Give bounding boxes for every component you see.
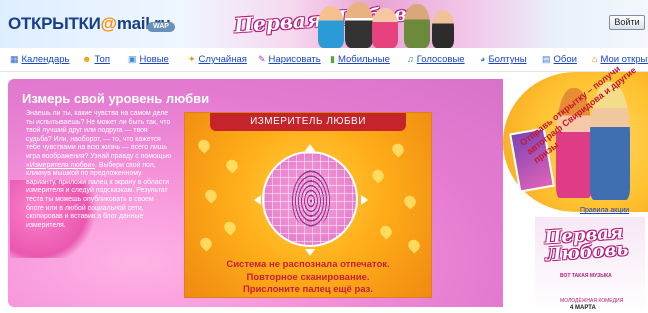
mobile-icon: ▮ xyxy=(330,54,335,64)
nav-item-random[interactable]: ✦ Случайная xyxy=(188,54,247,65)
nav-label: Случайная xyxy=(198,54,247,65)
new-icon: ▣ xyxy=(128,54,137,64)
promo-rules-link[interactable]: Правила акции xyxy=(580,207,629,214)
banner-person xyxy=(318,6,344,48)
logo-text: ОТКРЫТКИ xyxy=(8,14,101,33)
nav-item-wallpapers[interactable]: ▤ Обои xyxy=(542,54,577,65)
banner-person xyxy=(372,8,398,48)
meter-header: ИЗМЕРИТЕЛЬ ЛЮБВИ xyxy=(210,113,406,131)
top-banner: ОТКРЫТКИ@mail.ru WAP Первая Любовь Войти xyxy=(0,0,648,48)
site-logo[interactable]: ОТКРЫТКИ@mail.ru xyxy=(8,14,171,34)
logo-at: @ xyxy=(100,14,118,33)
nav-item-voice[interactable]: ♫ Голосовые xyxy=(407,54,465,65)
nav-item-calendar[interactable]: ▦ Календарь xyxy=(10,54,69,65)
nav-item-talkers[interactable]: ◕ Болтуны xyxy=(480,54,527,65)
description-text: Знаешь ли ты, какие чувства на самом дел… xyxy=(26,110,172,160)
page-title: Измерь свой уровень любви xyxy=(22,91,210,106)
talker-icon: ◕ xyxy=(480,54,486,64)
nav-label: Новые xyxy=(139,54,169,65)
nav-label: Нарисовать xyxy=(268,54,321,65)
nav-label: Мобильные xyxy=(337,54,390,65)
ad-title: Первая Любовь xyxy=(543,222,629,266)
login-button[interactable]: Войти xyxy=(609,15,645,30)
arrow-right-icon xyxy=(249,195,261,205)
voice-icon: ♫ xyxy=(407,54,414,64)
calendar-icon: ▦ xyxy=(10,54,19,64)
description: Знаешь ли ты, какие чувства на самом дел… xyxy=(26,110,172,230)
nav-label: Календарь xyxy=(21,54,70,65)
wallpaper-icon: ▤ xyxy=(542,54,551,64)
draw-icon: ✎ xyxy=(258,54,266,64)
ad-caption: МОЛОДЁЖНАЯ КОМЕДИЯ xyxy=(560,298,624,304)
banner-person xyxy=(404,4,430,48)
status-line: Система не распознала отпечаток. xyxy=(226,259,390,270)
nav-item-draw[interactable]: ✎ Нарисовать xyxy=(258,54,321,65)
fingerprint-icon xyxy=(291,169,331,227)
page: ОТКРЫТКИ@mail.ru WAP Первая Любовь Войти… xyxy=(0,0,648,313)
fingerprint-scanner[interactable] xyxy=(262,151,358,247)
home-icon: ⌂ xyxy=(592,54,598,64)
ad-tagline: ВОТ ТАКАЯ МУЗЫКА xyxy=(560,273,612,279)
nav-item-mobile[interactable]: ▮ Мобильные xyxy=(330,54,390,65)
nav-label: Голосовые xyxy=(416,54,465,65)
banner-person xyxy=(345,2,373,48)
nav-item-top[interactable]: ☻ Топ xyxy=(82,54,110,65)
banner-person xyxy=(432,10,454,48)
meter-status-message: Система не распознала отпечаток. Повторн… xyxy=(200,259,416,297)
wap-badge[interactable]: WAP xyxy=(147,22,175,32)
smiley-icon: ☻ xyxy=(82,54,92,64)
arrow-left-icon xyxy=(361,195,373,205)
status-line: Повторное сканирование. xyxy=(246,271,370,283)
nav-item-new[interactable]: ▣ Новые xyxy=(128,54,169,65)
meter-link[interactable]: «Измерителя любви» xyxy=(26,162,95,169)
arrow-down-icon xyxy=(305,139,315,151)
ad-date: 4 МАРТА xyxy=(570,305,596,311)
random-icon: ✦ xyxy=(188,54,196,64)
description-text-2: . Выбери свой пол, кликнув мышкой по пре… xyxy=(26,161,170,229)
nav-label: Болтуны xyxy=(488,54,527,65)
status-line: Прислоните палец ещё раз. xyxy=(242,284,374,295)
nav-bar: ▦ Календарь ☻ Топ ▣ Новые ✦ Случайная ✎ Нарис… xyxy=(0,48,648,72)
nav-label: Топ xyxy=(94,54,110,65)
nav-label: Обои xyxy=(553,54,577,65)
